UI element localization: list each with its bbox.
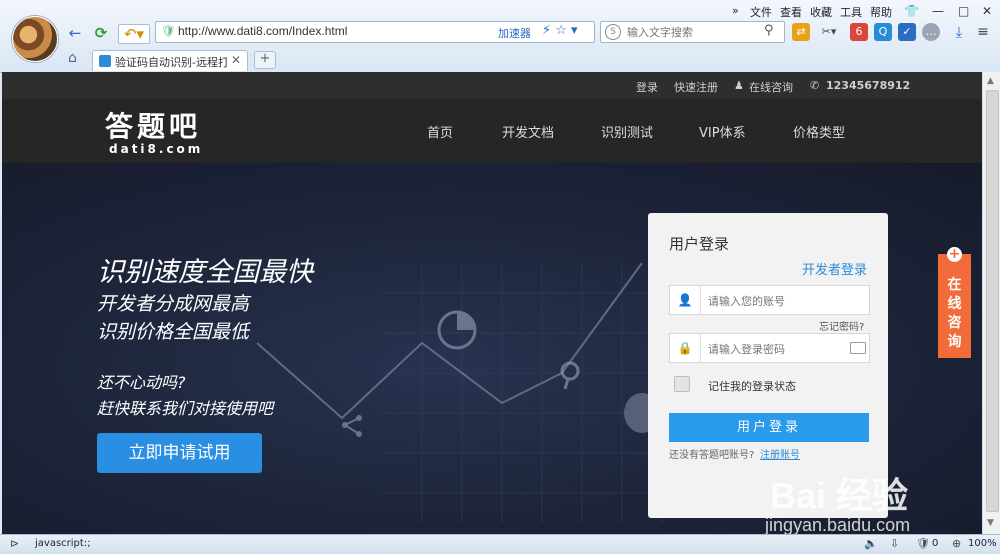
no-account-text: 还没有答题吧账号? — [669, 450, 755, 461]
site-nav: 答题吧 dati8.com 首页 开发文档 识别测试 VIP体系 价格类型 — [2, 99, 982, 163]
menu-tools[interactable]: 工具 — [840, 4, 862, 20]
scroll-down-icon[interactable]: ▼ — [987, 518, 994, 528]
favorite-star-icon[interactable]: ⚡ ☆ ▾ — [542, 23, 578, 38]
accelerator-label[interactable]: 加速器 — [498, 25, 531, 41]
minimize-icon[interactable]: — — [932, 4, 944, 18]
menu-bar: » 文件 查看 收藏 工具 帮助 👕 — □ ✕ — [730, 4, 1000, 20]
topbar-register-link[interactable]: 快速注册 — [674, 79, 718, 95]
remember-me-label: 记住我的登录状态 — [708, 380, 796, 393]
user-icon: 👤 — [670, 286, 701, 314]
apply-trial-button[interactable]: 立即申请试用 — [97, 433, 262, 473]
hero-line-2: 开发者分成网最高 — [97, 293, 250, 315]
scissors-icon[interactable]: ✂▾ — [816, 23, 842, 41]
user-avatar[interactable] — [12, 16, 58, 62]
nav-docs[interactable]: 开发文档 — [502, 122, 554, 141]
status-count: 0 — [932, 538, 939, 549]
pie-chart-icon — [437, 310, 477, 350]
account-input[interactable] — [706, 291, 850, 311]
nav-home[interactable]: 首页 — [427, 122, 453, 141]
watermark-logo: Bai 经验 — [770, 475, 909, 516]
nav-vip[interactable]: VIP体系 — [699, 122, 746, 141]
security-shield-icon: 🛡 — [161, 24, 177, 38]
zoom-icon[interactable]: ⊕ — [952, 537, 961, 550]
menu-file[interactable]: 文件 — [750, 4, 772, 20]
tab-title[interactable]: 验证码自动识别-远程打码 — [115, 54, 227, 70]
hero-line-5: 赶快联系我们对接使用吧 — [97, 399, 274, 418]
home-icon[interactable]: ⌂ — [68, 50, 77, 66]
tab-close-icon[interactable]: ✕ — [231, 53, 241, 67]
search-icon[interactable]: ⚲ — [764, 23, 774, 38]
password-field[interactable]: 🔒 — [669, 333, 870, 363]
shield-status-icon[interactable]: 🛡 — [916, 537, 930, 550]
more-tools-icon[interactable]: … — [922, 23, 940, 41]
watermark-url: jingyan.baidu.com — [765, 515, 911, 535]
phone-icon: ✆ — [810, 79, 820, 92]
shield-tool-icon[interactable]: ✓ — [898, 23, 916, 41]
scroll-thumb[interactable] — [986, 90, 999, 512]
plus-icon: + — [947, 246, 962, 262]
speaker-icon[interactable]: 🔈 — [864, 537, 878, 550]
topbar-login-link[interactable]: 登录 — [636, 79, 658, 95]
site-topbar: 登录 快速注册 ♟ 在线咨询 ✆ 12345678912 — [2, 72, 982, 99]
close-window-icon[interactable]: ✕ — [982, 4, 992, 18]
lock-icon: 🔒 — [670, 334, 701, 362]
menu-favorites[interactable]: 收藏 — [810, 4, 832, 20]
skin-icon[interactable]: 👕 — [904, 4, 919, 18]
login-title: 用户登录 — [669, 235, 730, 253]
remember-me-checkbox[interactable] — [674, 376, 690, 392]
status-text: javascript:; — [35, 538, 91, 549]
topbar-phone: 12345678912 — [826, 79, 911, 92]
maximize-icon[interactable]: □ — [958, 4, 969, 18]
online-consult-tab[interactable]: + 在线咨询 — [938, 247, 971, 358]
login-submit-button[interactable]: 用户登录 — [669, 413, 869, 442]
hero-line-4: 还不心动吗? — [97, 373, 186, 392]
online-consult-label: 在线咨询 — [947, 277, 962, 350]
qq-icon: ♟ — [734, 79, 744, 92]
address-bar[interactable]: 🛡 http://www.dati8.com/Index.html 加速器 ⚡ … — [155, 21, 595, 43]
forgot-password-link[interactable]: 忘记密码? — [819, 318, 864, 333]
search-box[interactable]: S ⚲ — [600, 21, 785, 43]
sidebar-toggle-icon[interactable]: ⊳ — [10, 537, 19, 550]
share-icon — [342, 415, 362, 437]
tab-active[interactable]: 验证码自动识别-远程打码 ✕ — [92, 50, 248, 71]
site-logo[interactable]: 答题吧 — [105, 105, 201, 145]
site-logo-domain: dati8.com — [109, 142, 204, 156]
search-engine-icon[interactable]: S — [605, 24, 621, 40]
refresh-icon[interactable]: ⟳ — [92, 24, 110, 42]
nav-pricing[interactable]: 价格类型 — [793, 122, 845, 141]
back-icon[interactable]: ← — [66, 24, 84, 42]
topbar-online-link[interactable]: 在线咨询 — [749, 79, 793, 95]
scroll-up-icon[interactable]: ▲ — [987, 76, 994, 86]
hero-headline: 识别速度全国最快 — [97, 257, 313, 288]
browser-toolbar: » 文件 查看 收藏 工具 帮助 👕 — □ ✕ ← ⟳ ↶▾ 🛡 http:/… — [0, 0, 1000, 73]
new-tab-button[interactable]: + — [254, 51, 276, 69]
download-status-icon[interactable]: ⇩ — [890, 537, 899, 550]
menu-view[interactable]: 查看 — [780, 4, 802, 20]
tab-bar: ⌂ 验证码自动识别-远程打码 ✕ + — [60, 48, 1000, 71]
app-icon[interactable]: 6 — [850, 23, 868, 41]
account-field[interactable]: 👤 — [669, 285, 870, 315]
developer-login-link[interactable]: 开发者登录 — [802, 259, 867, 278]
nav-test[interactable]: 识别测试 — [601, 122, 653, 141]
status-bar: ⊳ javascript:; 🔈 ⇩ 🛡 0 ⊕ 100% — [0, 534, 1000, 554]
magnifier-icon — [560, 361, 580, 390]
watermark: Bai 经验 jingyan.baidu.com — [760, 440, 970, 535]
undo-close-button[interactable]: ↶▾ — [118, 24, 150, 44]
hero-line-3: 识别价格全国最低 — [97, 321, 250, 343]
zoom-level[interactable]: 100% — [968, 538, 997, 549]
search-tool-icon[interactable]: Q — [874, 23, 892, 41]
download-icon[interactable]: ⤓ — [950, 23, 968, 41]
menu-help[interactable]: 帮助 — [870, 4, 892, 20]
password-input[interactable] — [706, 339, 850, 359]
menu-more-icon[interactable]: » — [732, 4, 739, 17]
translate-icon[interactable]: ⇄ — [792, 23, 810, 41]
tab-favicon-icon — [99, 55, 111, 67]
keyboard-icon[interactable] — [850, 342, 866, 354]
search-input[interactable] — [625, 23, 764, 41]
menu-icon[interactable]: ≡ — [974, 23, 992, 41]
vertical-scrollbar[interactable]: ▲ ▼ — [982, 72, 1000, 534]
url-text[interactable]: http://www.dati8.com/Index.html — [178, 24, 347, 38]
